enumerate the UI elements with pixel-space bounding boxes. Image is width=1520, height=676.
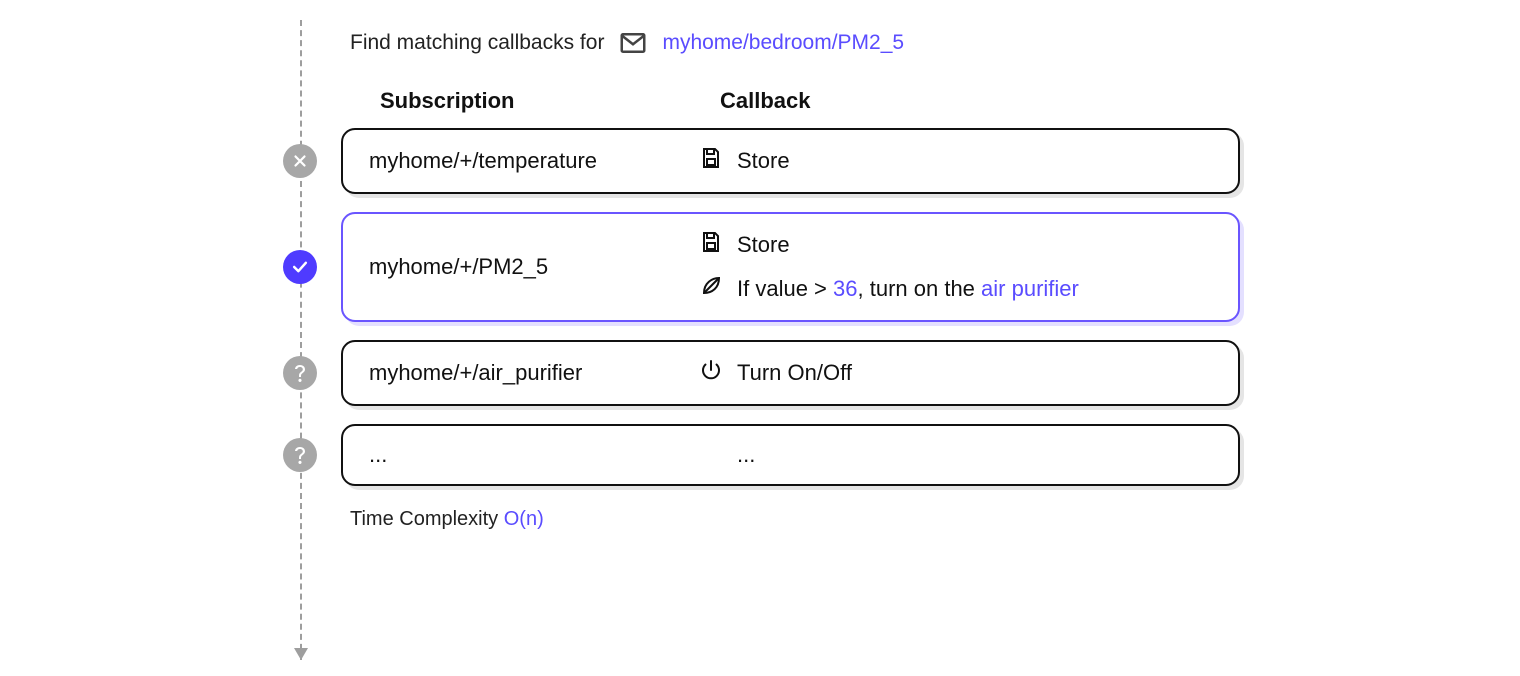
- callback-line: Turn On/Off: [699, 358, 1212, 388]
- footer-bigo: O(n): [504, 508, 544, 530]
- cb-link: air purifier: [981, 276, 1079, 301]
- power-icon: [699, 358, 723, 388]
- footer: Time Complexity O(n): [350, 508, 1240, 531]
- callback-line: Store: [699, 230, 1212, 260]
- envelope-icon: [618, 28, 648, 58]
- header-topic: myhome/bedroom/PM2_5: [662, 31, 904, 55]
- column-headers: Subscription Callback: [380, 88, 1240, 114]
- cb-value: 36: [833, 276, 857, 301]
- subscription-text: myhome/+/air_purifier: [369, 360, 699, 386]
- cb-prefix: If value >: [737, 276, 833, 301]
- callback-line: If value > 36, turn on the air purifier: [699, 274, 1212, 304]
- table-row: myhome/+/temperature Store: [280, 128, 1240, 194]
- subscription-card: ... ...: [341, 424, 1240, 486]
- callback-text: Turn On/Off: [737, 360, 852, 386]
- callback-line: ...: [699, 442, 1212, 468]
- table-row: myhome/+/air_purifier Turn On/Off: [280, 340, 1240, 406]
- table-row: myhome/+/PM2_5 Store: [280, 212, 1240, 322]
- subscription-card-match: myhome/+/PM2_5 Store: [341, 212, 1240, 322]
- callback-text: If value > 36, turn on the air purifier: [737, 276, 1079, 302]
- cb-mid: , turn on the: [858, 276, 982, 301]
- status-pending-icon: [283, 438, 317, 472]
- header-prefix: Find matching callbacks for: [350, 31, 604, 55]
- subscription-text: ...: [369, 442, 699, 468]
- header: Find matching callbacks for myhome/bedro…: [350, 28, 1240, 58]
- subscription-card: myhome/+/air_purifier Turn On/Off: [341, 340, 1240, 406]
- callback-text: Store: [737, 148, 790, 174]
- save-icon: [699, 146, 723, 176]
- footer-label: Time Complexity: [350, 508, 504, 530]
- col-subscription: Subscription: [380, 88, 720, 114]
- arrow-down-icon: [294, 648, 308, 660]
- subscription-text: myhome/+/temperature: [369, 148, 699, 174]
- col-callback: Callback: [720, 88, 1240, 114]
- table-row: ... ...: [280, 424, 1240, 486]
- subscription-card: myhome/+/temperature Store: [341, 128, 1240, 194]
- subscription-text: myhome/+/PM2_5: [369, 254, 699, 280]
- status-no-icon: [283, 144, 317, 178]
- save-icon: [699, 230, 723, 260]
- status-pending-icon: [283, 356, 317, 390]
- leaf-icon: [699, 274, 723, 304]
- status-match-icon: [283, 250, 317, 284]
- callback-text: ...: [737, 442, 755, 468]
- callback-line: Store: [699, 146, 1212, 176]
- callback-text: Store: [737, 232, 790, 258]
